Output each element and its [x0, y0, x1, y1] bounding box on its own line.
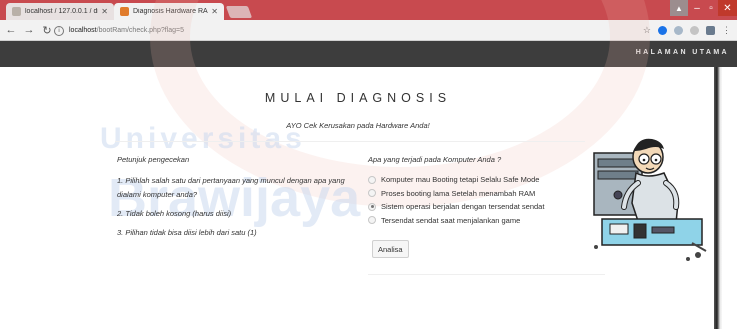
- extension-icon[interactable]: [674, 26, 683, 35]
- instructions-heading: Petunjuk pengecekan: [117, 155, 190, 164]
- instruction-step: 2. Tidak boleh kosong (harus diisi): [117, 209, 232, 218]
- option-label: Proses booting lama Setelah menambah RAM: [381, 188, 536, 198]
- extension-icon[interactable]: [658, 26, 667, 35]
- minimize-button[interactable]: –: [690, 0, 704, 16]
- option-label: Komputer mau Booting tetapi Selalu Safe …: [381, 175, 540, 185]
- analisa-button[interactable]: Analisa: [372, 240, 409, 258]
- tab-title: localhost / 127.0.0.1 / dia: [25, 8, 99, 15]
- option-label: Sistem operasi berjalan dengan tersendat…: [381, 202, 545, 212]
- instruction-step: 3. Pilihan tidak bisa diisi lebih dari s…: [117, 228, 257, 237]
- info-icon[interactable]: i: [54, 25, 64, 36]
- maximize-button[interactable]: ▫: [704, 0, 718, 16]
- radio-button-selected[interactable]: [368, 202, 376, 211]
- page-favicon-icon: [12, 7, 21, 16]
- forward-arrow-icon[interactable]: →: [22, 23, 36, 37]
- radio-button[interactable]: [368, 175, 376, 184]
- toolbar-actions: ☆ ⋮: [643, 22, 731, 39]
- technician-illustration: [593, 138, 707, 261]
- instructions-panel: Petunjuk pengecekan 1. Pilihlah salah sa…: [117, 155, 362, 245]
- main-content: Universitas Brawijaya MULAI DIAGNOSIS AY…: [0, 0, 716, 329]
- extension-icon[interactable]: [690, 26, 699, 35]
- instruction-step: 1. Pilihlah salah satu dari pertanyaan y…: [117, 176, 345, 199]
- symptom-option[interactable]: Tersendat sendat saat menjalankan game: [368, 214, 588, 228]
- symptom-option[interactable]: Komputer mau Booting tetapi Selalu Safe …: [368, 173, 588, 187]
- divider: [368, 274, 605, 275]
- nav-home-link[interactable]: HALAMAN UTAMA: [636, 49, 729, 56]
- menu-kebab-icon[interactable]: ⋮: [722, 25, 731, 36]
- ram-favicon-icon: [120, 7, 129, 16]
- radio-button[interactable]: [368, 189, 376, 198]
- reload-icon[interactable]: ↻: [40, 23, 54, 37]
- url-host: localhost: [69, 27, 97, 34]
- option-label: Tersendat sendat saat menjalankan game: [381, 215, 521, 225]
- page-edge-shadow: [714, 67, 722, 329]
- close-tab-icon[interactable]: ✕: [101, 7, 108, 16]
- extension-icon[interactable]: [706, 26, 715, 35]
- back-arrow-icon[interactable]: ←: [4, 23, 18, 37]
- question-text: Apa yang terjadi pada Komputer Anda ?: [368, 155, 502, 164]
- page-title: MULAI DIAGNOSIS: [264, 91, 452, 105]
- user-profile-icon[interactable]: ▲: [670, 0, 688, 16]
- symptom-option[interactable]: Proses booting lama Setelah menambah RAM: [368, 187, 588, 201]
- symptom-option[interactable]: Sistem operasi berjalan dengan tersendat…: [368, 200, 588, 214]
- divider: [115, 141, 585, 142]
- radio-button[interactable]: [368, 216, 376, 225]
- question-form: Apa yang terjadi pada Komputer Anda ? Ko…: [368, 155, 588, 227]
- close-window-button[interactable]: ✕: [718, 0, 737, 16]
- tab-phpmyadmin[interactable]: localhost / 127.0.0.1 / dia ✕: [6, 3, 114, 20]
